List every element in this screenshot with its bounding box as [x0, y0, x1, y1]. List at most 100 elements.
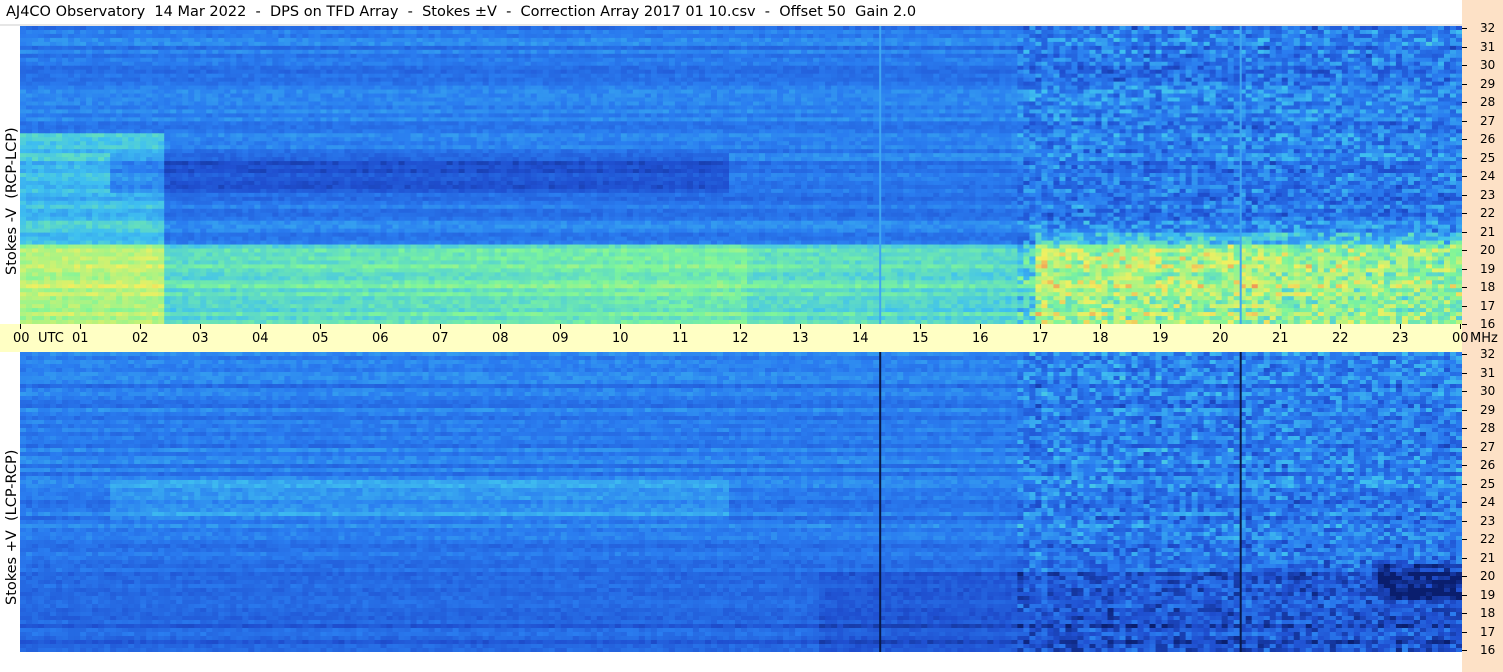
spectrogram-cell — [74, 29, 81, 35]
spectrogram-cell — [590, 26, 598, 31]
spectrogram-cell — [1161, 37, 1169, 43]
spectrogram-cell — [837, 81, 844, 87]
spectrogram-cell — [116, 81, 123, 87]
spectrogram-cell — [566, 53, 574, 59]
spectrogram-cell — [1203, 81, 1211, 87]
spectrogram-cell — [747, 57, 754, 63]
spectrogram-cell — [1011, 57, 1018, 63]
spectrogram-cell — [1311, 26, 1319, 31]
spectrogram-cell — [1095, 73, 1103, 79]
spectrogram-cell — [1413, 37, 1421, 43]
spectrogram-cell — [1359, 77, 1367, 83]
spectrogram-cell — [837, 69, 844, 75]
spectrogram-cell — [861, 105, 868, 111]
spectrogram-cell — [873, 105, 880, 111]
spectrogram-cell — [680, 93, 688, 99]
spectrogram-cell — [1449, 26, 1457, 31]
spectrogram-cell — [1281, 41, 1289, 47]
spectrogram-cell — [248, 69, 255, 75]
spectrogram-cell — [1395, 57, 1403, 63]
spectrogram-cell — [963, 29, 970, 35]
spectrogram-cell — [1125, 57, 1133, 63]
spectrogram-cell — [176, 77, 183, 83]
spectrogram-cell — [266, 57, 273, 63]
spectrogram-cell — [320, 85, 328, 91]
spectrogram-cell — [1161, 101, 1169, 107]
spectrogram-cell — [578, 73, 586, 79]
spectrogram-cell — [1173, 65, 1181, 71]
spectrogram-cell — [1383, 69, 1391, 75]
spectrogram-cell — [1011, 29, 1018, 35]
spectrogram-cell — [753, 93, 760, 99]
spectrogram-cell — [1095, 45, 1103, 51]
spectrogram-cell — [1257, 33, 1265, 39]
spectrogram-cell — [1299, 85, 1307, 91]
spectrogram-cell — [476, 77, 484, 83]
spectrogram-cell — [362, 89, 370, 95]
spectrogram-cell — [116, 69, 123, 75]
spectrogram-cell — [332, 97, 340, 103]
spectrogram-cell — [969, 89, 976, 95]
spectrogram-cell — [1179, 81, 1187, 87]
spectrogram-cell — [1323, 89, 1331, 95]
spectrogram-cell — [1017, 101, 1024, 107]
spectrogram-cell — [1053, 26, 1061, 31]
spectrogram-cell — [765, 81, 772, 87]
spectrogram-cell — [32, 89, 39, 95]
spectrogram-cell — [344, 65, 352, 71]
spectrogram-cell — [632, 81, 640, 87]
spectrogram-cell — [398, 33, 406, 39]
spectrogram-cell — [897, 41, 904, 47]
spectrogram-cell — [122, 65, 129, 71]
spectrogram-cell — [777, 81, 784, 87]
spectrogram-cell — [212, 53, 219, 59]
spectrogram-cell — [1389, 41, 1397, 47]
spectrogram-cell — [38, 26, 45, 31]
spectrogram-cell — [843, 53, 850, 59]
spectrogram-cell — [326, 105, 334, 111]
spectrogram-cell — [368, 69, 376, 75]
spectrogram-cell — [1281, 101, 1289, 107]
spectrogram-cell — [326, 77, 334, 83]
spectrogram-cell — [662, 101, 670, 107]
spectrogram-cell — [608, 85, 616, 91]
spectrogram-cell — [1167, 85, 1175, 91]
spectrogram-cell — [861, 81, 868, 87]
spectrogram-cell — [458, 85, 466, 91]
spectrogram-cell — [446, 101, 454, 107]
spectrogram-cell — [939, 37, 946, 43]
spectrogram-cell — [500, 81, 508, 87]
spectrogram-cell — [350, 101, 358, 107]
spectrogram-cell — [416, 61, 424, 67]
spectrogram-cell — [819, 57, 826, 63]
spectrogram-cell — [86, 69, 93, 75]
spectrogram-cell — [356, 33, 364, 39]
spectrogram-cell — [813, 93, 820, 99]
spectrogram-cell — [939, 85, 946, 91]
spectrogram-cell — [362, 57, 370, 63]
spectrogram-cell — [44, 61, 51, 67]
spectrogram-cell — [380, 45, 388, 51]
spectrogram-cell — [200, 49, 207, 55]
spectrogram-cell — [1203, 85, 1211, 91]
spectrogram-cell — [963, 45, 970, 51]
spectrogram-cell — [1203, 41, 1211, 47]
spectrogram-cell — [1197, 29, 1205, 35]
spectrogram-cell — [897, 93, 904, 99]
spectrogram-cell — [92, 89, 99, 95]
spectrogram-cell — [1257, 37, 1265, 43]
spectrogram-cell — [1317, 85, 1325, 91]
spectrogram-cell — [164, 85, 171, 91]
spectrogram-cell — [1389, 45, 1397, 51]
spectrogram-cell — [548, 81, 556, 87]
spectrogram-cell — [753, 101, 760, 107]
spectrogram-cell — [1401, 97, 1409, 103]
spectrogram-cell — [602, 33, 610, 39]
spectrogram-cell — [134, 81, 141, 87]
spectrogram-cell — [1149, 49, 1157, 55]
spectrogram-cell — [1413, 65, 1421, 71]
spectrogram-cell — [410, 61, 418, 67]
spectrogram-cell — [536, 41, 544, 47]
spectrogram-cell — [831, 61, 838, 67]
spectrogram-cell — [350, 73, 358, 79]
